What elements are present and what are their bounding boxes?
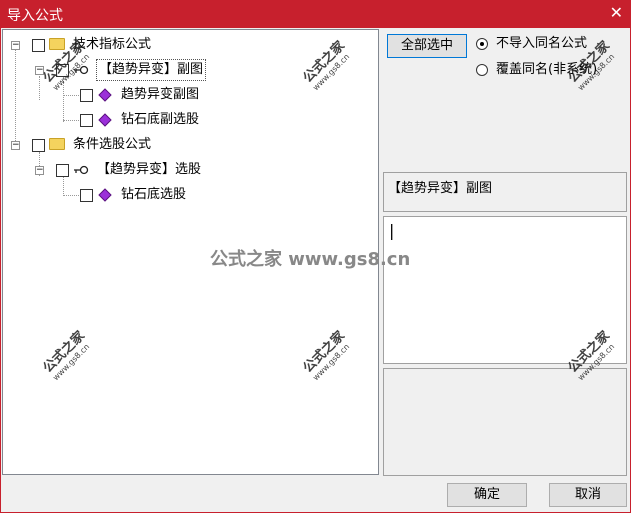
tree-item-label: 【趋势异变】选股	[97, 162, 202, 177]
gem-icon	[98, 88, 112, 102]
collapse-icon[interactable]: −	[11, 141, 20, 150]
watermark-center: 公式之家 www.gs8.cn	[210, 249, 411, 270]
title-bar: 导入公式 ✕	[0, 0, 631, 28]
checkbox[interactable]	[32, 139, 45, 152]
checkbox[interactable]	[80, 89, 93, 102]
tree-item-label: 条件选股公式	[73, 137, 152, 152]
ok-button[interactable]: 确定	[447, 483, 527, 507]
tree-item-label: 钻石底选股	[121, 187, 187, 202]
description-area	[383, 368, 627, 476]
tree-item-group-2[interactable]: − 条件选股公式	[3, 135, 373, 155]
checkbox[interactable]	[80, 114, 93, 127]
tree-item-subformula[interactable]: 钻石底副选股	[3, 110, 373, 130]
tree-item-label: 钻石底副选股	[121, 112, 200, 127]
tree-item-subformula[interactable]: 钻石底选股	[3, 185, 373, 205]
radio-overwrite[interactable]	[476, 64, 488, 76]
gem-icon	[98, 188, 112, 202]
radio-no-import[interactable]	[476, 38, 488, 50]
collapse-icon[interactable]: −	[35, 166, 44, 175]
collapse-icon[interactable]: −	[11, 41, 20, 50]
key-icon	[74, 165, 89, 175]
text-cursor: |	[389, 221, 395, 240]
tree-item-label: 趋势异变副图	[121, 87, 200, 102]
formula-name: 【趋势异变】副图	[388, 181, 493, 196]
folder-icon	[49, 138, 65, 150]
tree-item-formula-2[interactable]: − 【趋势异变】选股	[3, 160, 373, 180]
cancel-button[interactable]: 取消	[549, 483, 627, 507]
checkbox[interactable]	[56, 164, 69, 177]
radio-no-import-label[interactable]: 不导入同名公式	[496, 36, 587, 52]
formula-name-box: 【趋势异变】副图	[383, 172, 627, 212]
window-title: 导入公式	[7, 8, 63, 24]
checkbox[interactable]	[32, 39, 45, 52]
gem-icon	[98, 113, 112, 127]
select-all-button[interactable]: 全部选中	[387, 34, 467, 58]
close-icon[interactable]: ✕	[610, 3, 623, 22]
tree-item-label: 【趋势异变】副图	[95, 59, 207, 81]
checkbox[interactable]	[80, 189, 93, 202]
